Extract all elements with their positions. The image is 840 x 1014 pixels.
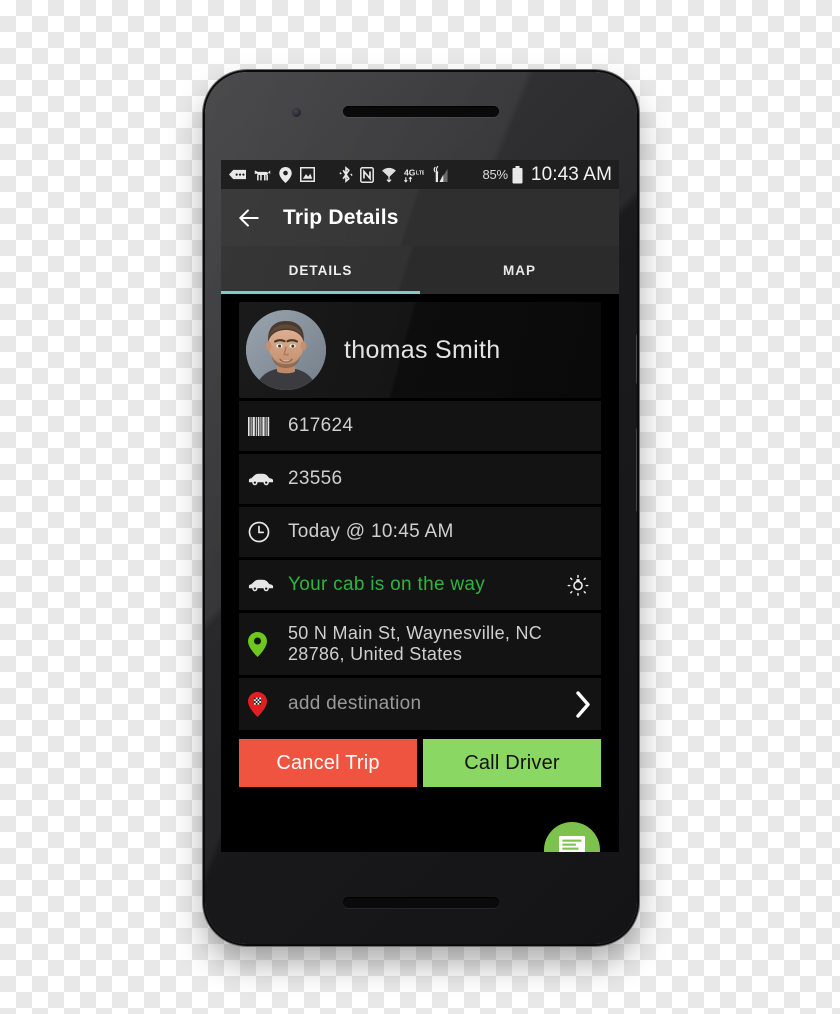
chat-message-fab[interactable] (544, 822, 600, 852)
cancel-trip-button[interactable]: Cancel Trip (239, 739, 417, 787)
phone-device: 4G LTE 85% (205, 72, 637, 944)
details-content: thomas Smith 617624 23556 Today @ 10:45 … (221, 294, 619, 852)
power-button[interactable] (636, 334, 637, 384)
pickup-time-value: Today @ 10:45 AM (288, 520, 454, 542)
tab-map[interactable]: MAP (420, 246, 619, 294)
vehicle-number-value: 23556 (288, 467, 343, 489)
brightness-bulb-icon[interactable] (567, 574, 589, 596)
clock-icon (248, 521, 278, 543)
pickup-address-row[interactable]: 50 N Main St, Waynesville, NC 28786, Uni… (239, 613, 601, 675)
chat-message-icon (559, 836, 585, 852)
lte-4g-icon: 4G LTE (404, 167, 424, 183)
page-title: Trip Details (283, 205, 399, 229)
barcode-icon (248, 416, 278, 436)
trip-status-row[interactable]: Your cab is on the way (239, 560, 601, 610)
green-map-pin-icon (248, 631, 278, 657)
add-destination-label: add destination (288, 692, 422, 714)
signal-bars-icon (431, 166, 448, 183)
add-destination-row[interactable]: add destination (239, 678, 601, 730)
app-bar: Trip Details (221, 189, 619, 246)
vehicle-number-row[interactable]: 23556 (239, 454, 601, 504)
pickup-time-row[interactable]: Today @ 10:45 AM (239, 507, 601, 557)
location-pin-icon (279, 166, 292, 183)
wifi-icon (381, 167, 397, 183)
tab-active-indicator (221, 291, 420, 294)
avatar (246, 310, 326, 390)
volume-button[interactable] (636, 428, 637, 512)
chevron-right-icon[interactable] (575, 690, 592, 718)
tab-details[interactable]: DETAILS (221, 246, 420, 294)
car-icon (248, 578, 278, 592)
phone-screen: 4G LTE 85% (221, 160, 619, 852)
bluetooth-icon (339, 166, 353, 183)
battery-percent-label: 85% (482, 167, 509, 182)
svg-text:4G: 4G (404, 167, 416, 177)
back-arrow-icon[interactable] (236, 205, 262, 231)
dog-icon (254, 168, 271, 182)
status-bar-clock: 10:43 AM (530, 163, 612, 185)
driver-name: thomas Smith (344, 335, 501, 364)
front-camera (292, 108, 301, 117)
call-driver-button[interactable]: Call Driver (423, 739, 601, 787)
trip-status-text: Your cab is on the way (288, 573, 486, 595)
earpiece-speaker (343, 106, 499, 117)
nfc-icon (360, 166, 374, 183)
booking-id-value: 617624 (288, 414, 354, 436)
battery-icon (512, 165, 523, 184)
svg-text:LTE: LTE (416, 170, 424, 176)
driver-profile-row[interactable]: thomas Smith (239, 302, 601, 398)
message-icon (229, 168, 246, 181)
pickup-address-value: 50 N Main St, Waynesville, NC 28786, Uni… (288, 623, 542, 665)
car-icon (248, 472, 278, 486)
bottom-speaker (343, 897, 499, 908)
action-buttons: Cancel Trip Call Driver (239, 739, 601, 787)
pickup-address-line2: 28786, United States (288, 644, 463, 664)
tab-bar: DETAILS MAP (221, 246, 619, 294)
photo-icon (300, 167, 315, 182)
status-bar: 4G LTE 85% (221, 160, 619, 189)
booking-id-row[interactable]: 617624 (239, 401, 601, 451)
pickup-address-line1: 50 N Main St, Waynesville, NC (288, 622, 543, 643)
red-checkered-flag-pin-icon (248, 691, 278, 717)
